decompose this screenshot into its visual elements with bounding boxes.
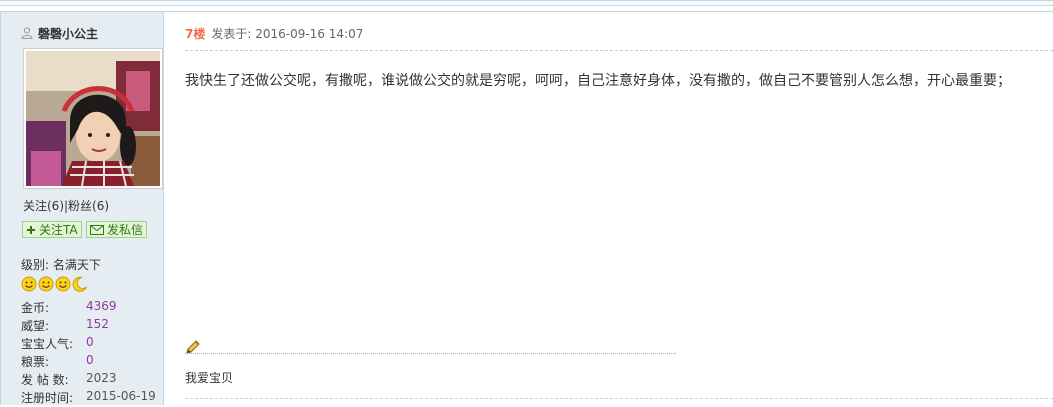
smiley-icon <box>55 276 71 292</box>
stat-row: 发 帖 数: 2023 <box>21 371 156 389</box>
stat-label: 粮票: <box>21 355 50 369</box>
user-icon <box>21 27 33 39</box>
stat-value: 0 <box>86 353 94 367</box>
smiley-icon <box>21 276 37 292</box>
post-meta: 7楼 发表于: 2016-09-16 14:07 <box>185 25 363 42</box>
fans-count-link[interactable]: 粉丝(6) <box>68 199 109 213</box>
user-header: 磬磬小公主 <box>21 25 98 41</box>
stat-row: 宝宝人气: 0 <box>21 335 156 353</box>
bottom-divider <box>185 398 1053 399</box>
stat-row: 注册时间: 2015-06-19 <box>21 389 156 407</box>
stat-label: 宝宝人气: <box>21 337 74 351</box>
stat-row: 金币: 4369 <box>21 299 156 317</box>
follow-count-link[interactable]: 关注(6) <box>23 199 64 213</box>
post-timestamp: 发表于: 2016-09-16 14:07 <box>211 27 364 41</box>
username-link[interactable]: 磬磬小公主 <box>38 25 98 42</box>
user-sidebar: 磬磬小公主 关注(6)|粉丝(6) 关注TA 发私信 级别: 名满天下 金币: … <box>0 11 164 405</box>
plus-icon <box>27 225 35 234</box>
stat-row: 粮票: 0 <box>21 353 156 371</box>
stat-label: 注册时间: <box>21 391 74 405</box>
avatar-image <box>26 51 160 186</box>
signature: 我爱宝贝 <box>185 371 234 385</box>
follow-button-label: 关注TA <box>39 223 78 237</box>
send-message-button[interactable]: 发私信 <box>86 221 147 238</box>
follow-button[interactable]: 关注TA <box>22 221 82 238</box>
signature-divider <box>185 353 676 354</box>
user-level: 级别: 名满天下 <box>21 258 101 272</box>
meta-divider <box>185 50 1053 51</box>
follow-stats: 关注(6)|粉丝(6) <box>23 197 109 214</box>
user-stats: 金币: 4369 威望: 152 宝宝人气: 0 粮票: 0 发 帖 数: 20… <box>21 299 156 407</box>
post-body: 我快生了还做公交呢，有撒呢，谁说做公交的就是穷呢，呵呵，自己注意好身体，没有撒的… <box>185 73 1011 89</box>
stat-value: 152 <box>86 317 109 331</box>
avatar[interactable] <box>23 48 163 189</box>
moon-icon <box>72 276 87 292</box>
stat-label: 发 帖 数: <box>21 373 69 387</box>
smiley-icon <box>38 276 54 292</box>
stat-value: 4369 <box>86 299 117 313</box>
floor-number[interactable]: 7楼 <box>185 27 205 41</box>
envelope-icon <box>90 224 104 235</box>
top-border <box>0 0 1053 6</box>
stat-value: 0 <box>86 335 94 349</box>
stat-label: 威望: <box>21 319 50 333</box>
level-icons <box>21 276 88 292</box>
stat-row: 威望: 152 <box>21 317 156 335</box>
stat-label: 金币: <box>21 301 50 315</box>
stat-value: 2023 <box>86 371 117 385</box>
stat-value: 2015-06-19 <box>86 389 156 403</box>
post-content: 7楼 发表于: 2016-09-16 14:07 我快生了还做公交呢，有撒呢，谁说… <box>164 11 1053 405</box>
message-button-label: 发私信 <box>107 223 144 237</box>
